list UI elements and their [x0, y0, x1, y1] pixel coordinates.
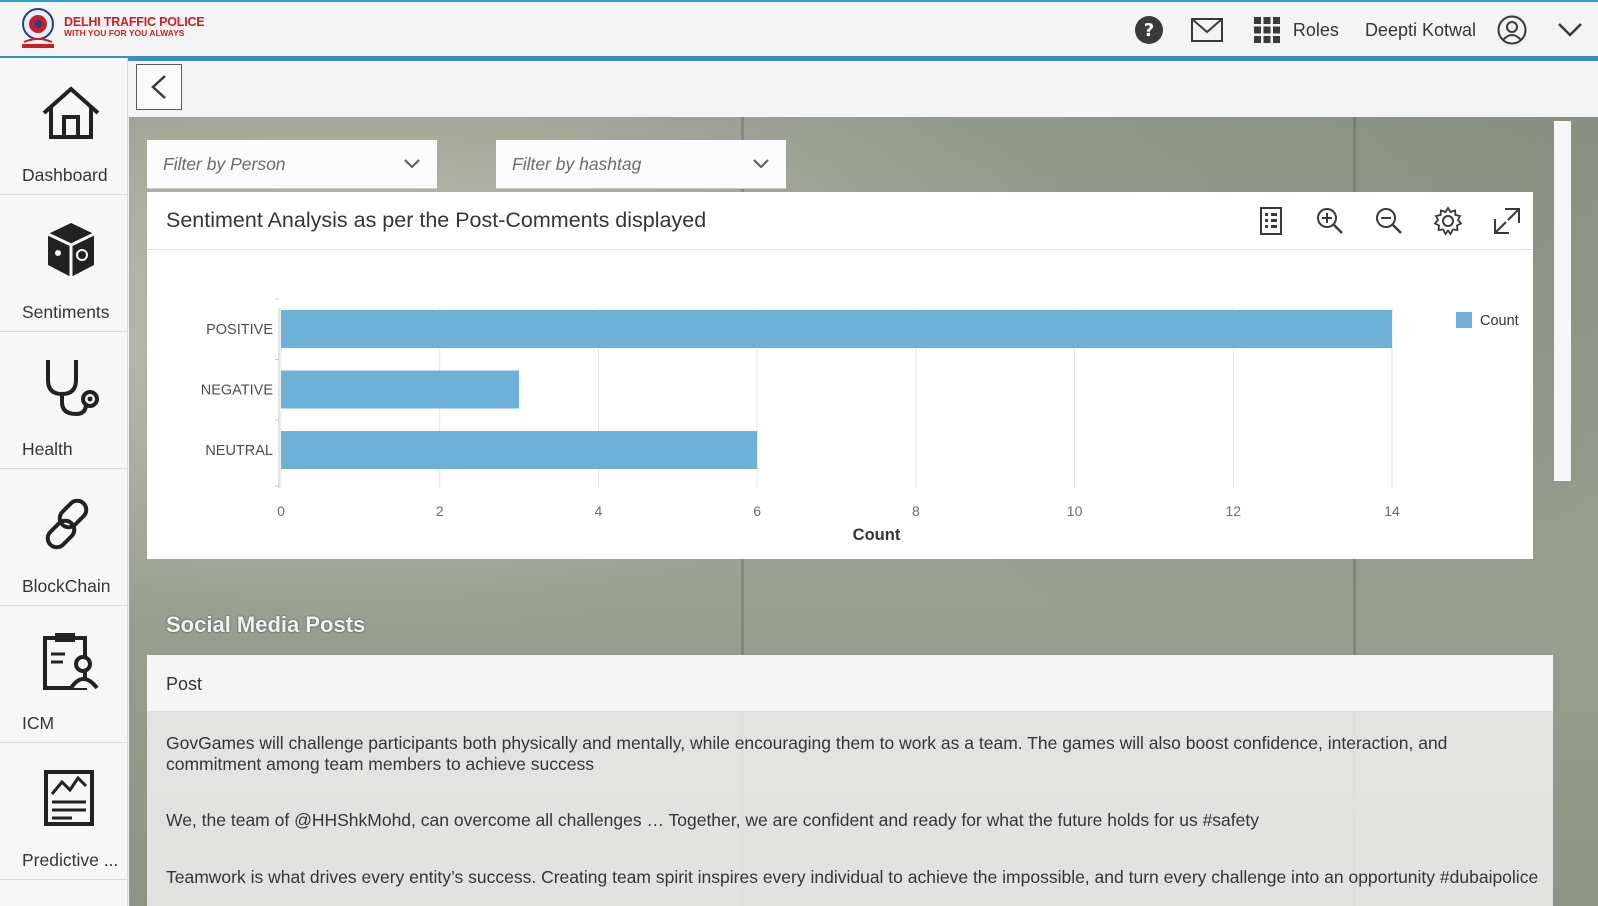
sidebar-item-label: Health: [22, 439, 73, 459]
roles-menu[interactable]: Roles: [1293, 20, 1339, 41]
legend-icon: [1260, 207, 1282, 235]
app-logo[interactable]: DELHI TRAFFIC POLICE WITH YOU FOR YOU AL…: [16, 6, 205, 50]
app-grid-icon[interactable]: [1251, 14, 1283, 46]
chevron-down-icon: [404, 159, 420, 169]
report-chart-icon: [38, 765, 104, 831]
category-label: NEUTRAL: [205, 443, 273, 459]
top-bar: DELHI TRAFFIC POLICE WITH YOU FOR YOU AL…: [0, 0, 1598, 58]
chevron-left-icon: [151, 75, 166, 99]
chain-link-icon: [38, 491, 104, 557]
sidebar-item-label: Sentiments: [22, 302, 110, 322]
user-name[interactable]: Deepti Kotwal: [1365, 20, 1476, 41]
chevron-down-icon: [753, 159, 769, 169]
table-header: Post: [147, 655, 1553, 712]
sidebar-item-sentiments[interactable]: Sentiments: [0, 195, 128, 332]
x-tick-label: 12: [1225, 503, 1241, 519]
police-emblem-icon: [22, 8, 54, 48]
sidebar-item-label: ICM: [22, 713, 55, 733]
filter-placeholder: Filter by hashtag: [512, 154, 642, 174]
category-label: POSITIVE: [206, 322, 273, 338]
x-tick-label: 8: [912, 503, 920, 519]
sub-header: [129, 61, 1598, 117]
sidebar-item-blockchain[interactable]: BlockChain: [0, 469, 128, 606]
sidebar-item-dashboard[interactable]: Dashboard: [0, 58, 128, 195]
table-row[interactable]: GovGames will challenge participants bot…: [166, 733, 1546, 775]
sidebar-item-icm[interactable]: ICM: [0, 606, 128, 743]
fullscreen-button[interactable]: [1489, 203, 1525, 239]
back-button[interactable]: [136, 64, 182, 110]
sentiment-chart-card: Sentiment Analysis as per the Post-Comme…: [147, 192, 1533, 559]
social-media-posts-table: Post GovGames will challenge participant…: [147, 655, 1553, 906]
chart-header: Sentiment Analysis as per the Post-Comme…: [147, 192, 1533, 250]
sidebar-item-label: Dashboard: [22, 165, 108, 185]
social-media-posts-title: Social Media Posts: [166, 612, 366, 637]
column-header-post[interactable]: Post: [166, 674, 202, 695]
zoom-in-icon: [1317, 208, 1343, 234]
profile-icon[interactable]: [1496, 14, 1528, 46]
fullscreen-icon: [1494, 208, 1520, 234]
legend-label: Count: [1480, 313, 1519, 329]
clipboard-user-icon: [38, 628, 104, 694]
zoom-out-icon: [1376, 208, 1402, 234]
sidebar-item-label: BlockChain: [22, 576, 111, 596]
bar: [281, 431, 758, 469]
zoom-in-button[interactable]: [1312, 203, 1348, 239]
page-scrollbar[interactable]: [1554, 121, 1571, 481]
mail-icon[interactable]: [1190, 14, 1223, 46]
category-label: NEGATIVE: [201, 383, 274, 399]
help-icon[interactable]: ?: [1133, 14, 1165, 46]
table-row[interactable]: Teamwork is what drives every entity’s s…: [166, 867, 1546, 888]
zoom-out-button[interactable]: [1371, 203, 1407, 239]
table-row[interactable]: We, the team of @HHShkMohd, can overcome…: [166, 810, 1546, 831]
settings-button[interactable]: [1430, 203, 1466, 239]
sentiment-bar-chart: 0 2 4 6 8 10 12 14 POSITIVE NEGATIVE NEUTRAL Count C…: [201, 298, 1519, 544]
chart-title: Sentiment Analysis as per the Post-Comme…: [166, 208, 707, 232]
sidebar-item-health[interactable]: Health: [0, 332, 128, 469]
x-axis-title: Count: [853, 526, 901, 544]
sidebar-item-predictive[interactable]: Predictive ...: [0, 743, 128, 880]
legend-swatch: [1456, 312, 1472, 328]
logo-title: DELHI TRAFFIC POLICE: [64, 15, 205, 29]
sentiments-icon: [38, 217, 104, 283]
x-tick-label: 0: [277, 503, 285, 519]
svg-text:?: ?: [1144, 20, 1154, 41]
filter-placeholder: Filter by Person: [163, 154, 286, 174]
stethoscope-icon: [38, 354, 104, 420]
x-tick-label: 10: [1067, 503, 1083, 519]
sidebar: Dashboard Sentiments Health BlockChain I…: [0, 58, 128, 906]
settings-icon: [1433, 206, 1463, 236]
filter-by-person-select[interactable]: Filter by Person: [147, 140, 437, 189]
main-content: Filter by Person Filter by hashtag Senti…: [129, 61, 1598, 906]
legend-toggle-button[interactable]: [1253, 203, 1289, 239]
bar: [281, 310, 1392, 348]
x-tick-label: 4: [595, 503, 603, 519]
logo-subtitle: WITH YOU FOR YOU ALWAYS: [64, 28, 185, 38]
filter-by-hashtag-select[interactable]: Filter by hashtag: [496, 140, 786, 189]
home-icon: [38, 80, 104, 146]
bar: [281, 370, 520, 409]
sidebar-item-label: Predictive ...: [22, 850, 119, 870]
chevron-down-icon[interactable]: [1554, 14, 1586, 46]
x-tick-label: 2: [436, 503, 444, 519]
x-tick-label: 14: [1384, 503, 1400, 519]
x-tick-label: 6: [753, 503, 761, 519]
